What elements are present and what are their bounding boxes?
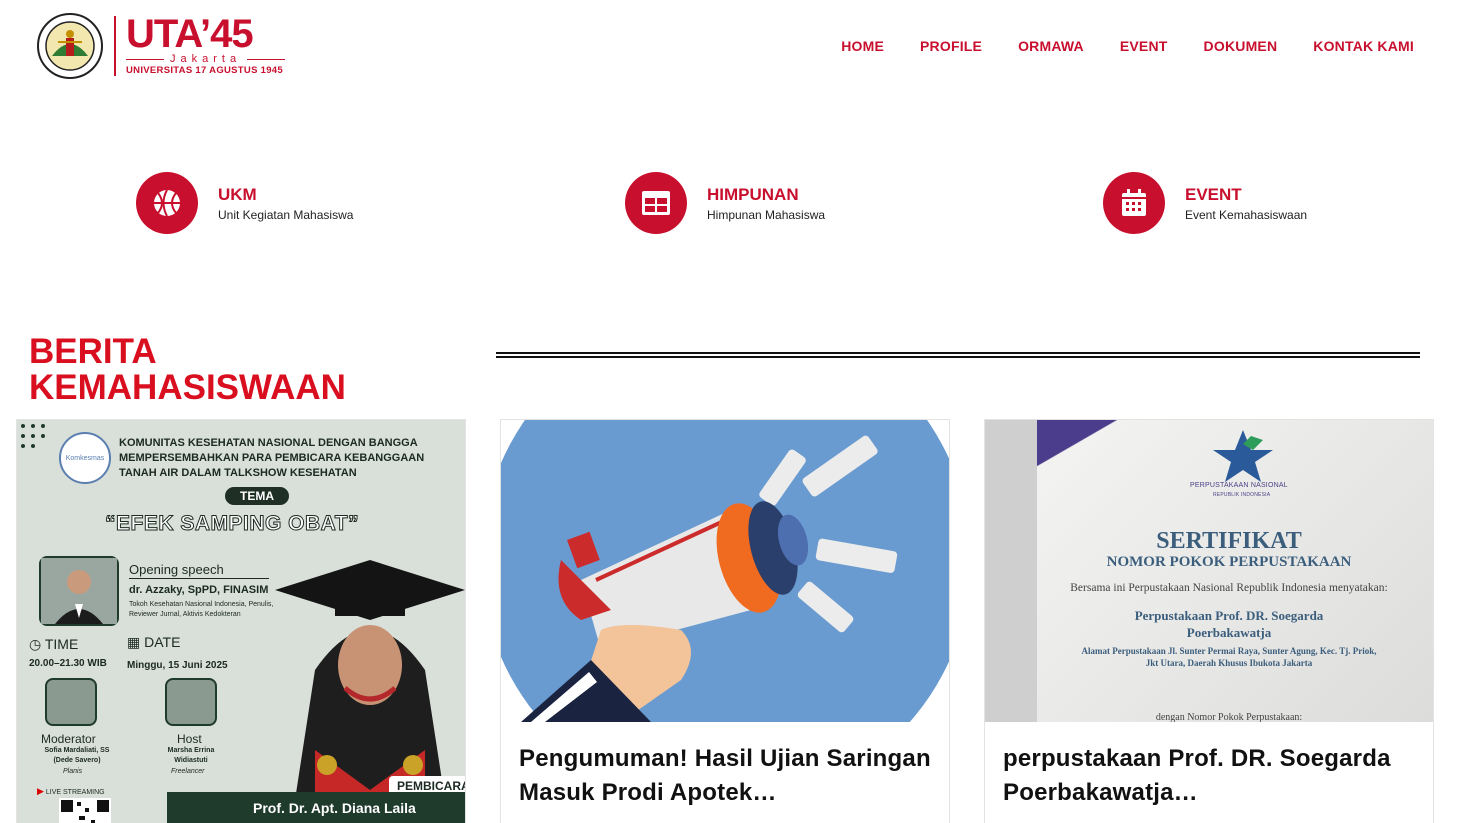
certificate-name-line1: Perpustakaan Prof. DR. Soegarda	[1134, 608, 1324, 623]
nav-event[interactable]: EVENT	[1120, 38, 1168, 54]
brand-wordmark: UTA’45 Jakarta UNIVERSITAS 17 AGUSTUS 19…	[126, 12, 286, 77]
news-card-2-image[interactable]	[501, 420, 949, 722]
news-card-1-image[interactable]: Komkesmas KOMUNITAS KESEHATAN NASIONAL D…	[17, 420, 465, 823]
news-card-2-title[interactable]: Pengumuman! Hasil Ujian Saringan Masuk P…	[501, 722, 949, 810]
clock-icon: ◷	[29, 636, 42, 652]
feature-ukm-title: UKM	[218, 185, 257, 204]
host-role: Freelancer	[171, 768, 205, 775]
certificate-subheading: NOMOR POKOK PERPUSTAKAAN	[1106, 554, 1352, 570]
speaker-name: Prof. Dr. Apt. Diana Laila	[253, 800, 416, 816]
calendar-small-icon: ▦	[127, 634, 141, 650]
site-logo[interactable]: UTA’45 Jakarta UNIVERSITAS 17 AGUSTUS 19…	[36, 12, 286, 80]
news-card-1[interactable]: Komkesmas KOMUNITAS KESEHATAN NASIONAL D…	[16, 419, 466, 823]
megaphone-illustration-icon	[501, 420, 949, 722]
moderator-name: Sofia Mardaliati, SS (Dede Savero)	[44, 747, 110, 764]
table-grid-icon	[642, 191, 670, 215]
youtube-icon: ▶	[37, 786, 44, 796]
feature-event[interactable]: EVENT Event Kemahasiswaan	[1103, 172, 1307, 234]
certificate-name-line2: Poerbakawatja	[1186, 625, 1272, 640]
host-label: Host	[177, 732, 202, 746]
time-label: TIME	[44, 636, 79, 652]
brand-university: UNIVERSITAS 17 AGUSTUS 1945	[126, 65, 283, 76]
moderator-role: Planis	[63, 768, 83, 775]
feature-himpunan[interactable]: HIMPUNAN Himpunan Mahasiswa	[625, 172, 825, 234]
nav-profile[interactable]: PROFILE	[920, 38, 982, 54]
certificate-image: PERPUSTAKAAN NASIONAL REPUBLIK INDONESIA…	[985, 420, 1433, 722]
time-value: 20.00–21.30 WIB	[29, 658, 107, 669]
opening-speaker-name: dr. Azzaky, SpPD, FINASIM	[129, 584, 269, 596]
feature-event-circle	[1103, 172, 1165, 234]
certificate-address2: Jkt Utara, Daerah Khusus Ibukota Jakarta	[1145, 658, 1313, 668]
logo-divider	[114, 16, 116, 76]
feature-event-title: EVENT	[1185, 185, 1242, 204]
live-streaming-label: LIVE STREAMING	[45, 789, 105, 796]
brand-city-row: Jakarta	[126, 53, 286, 65]
host-photo	[165, 678, 217, 726]
opening-speaker-photo	[39, 556, 119, 626]
site-header: UTA’45 Jakarta UNIVERSITAS 17 AGUSTUS 19…	[0, 0, 1458, 95]
main-nav: HOME PROFILE ORMAWA EVENT DOKUMEN KONTAK…	[805, 38, 1414, 54]
section-title: BERITA KEMAHASISWAAN	[29, 334, 346, 406]
basketball-icon	[154, 189, 180, 217]
news-card-3[interactable]: PERPUSTAKAAN NASIONAL REPUBLIK INDONESIA…	[984, 419, 1434, 823]
komkesmas-logo: Komkesmas	[59, 432, 111, 484]
moderator-photo	[45, 678, 97, 726]
section-divider	[496, 352, 1420, 358]
date-value: Minggu, 15 Juni 2025	[127, 660, 228, 671]
brand-city: Jakarta	[170, 53, 242, 65]
feature-ukm-circle	[136, 172, 198, 234]
certificate-band	[1037, 420, 1127, 482]
poster-date-row: ▦ DATE	[127, 634, 180, 651]
nav-ormawa[interactable]: ORMAWA	[1018, 38, 1084, 54]
feature-ukm-subtitle: Unit Kegiatan Mahasiswa	[218, 208, 354, 222]
feature-himpunan-title: HIMPUNAN	[707, 185, 799, 204]
feature-ukm[interactable]: UKM Unit Kegiatan Mahasiswa	[136, 172, 353, 234]
certificate-footer: dengan Nomor Pokok Perpustakaan:	[1155, 712, 1303, 722]
live-streaming-row: ▶ LIVE STREAMING	[37, 786, 105, 797]
host-name: Marsha Errina Widiastuti	[167, 747, 215, 764]
brand-rule-left	[126, 58, 164, 60]
certificate-line1: Bersama ini Perpustakaan Nasional Republ…	[1070, 582, 1388, 594]
news-card-3-image[interactable]: PERPUSTAKAAN NASIONAL REPUBLIK INDONESIA…	[985, 420, 1433, 722]
section-title-line1: BERITA	[29, 332, 157, 371]
poster-theme: “EFEK SAMPING OBAT”	[104, 512, 360, 536]
certificate-address1: Alamat Perpustakaan Jl. Sunter Permai Ra…	[1081, 646, 1377, 656]
calendar-icon	[1122, 189, 1146, 216]
feature-ukm-text: UKM Unit Kegiatan Mahasiswa	[218, 184, 353, 222]
section-title-line2: KEMAHASISWAAN	[29, 368, 346, 407]
brand-rule-right	[247, 58, 286, 60]
nav-dokumen[interactable]: DOKUMEN	[1204, 38, 1278, 54]
perpusnas-logo-icon	[1213, 430, 1273, 482]
certificate-heading: SERTIFIKAT	[1156, 528, 1302, 554]
brand-name: UTA’45	[126, 12, 254, 56]
feature-event-subtitle: Event Kemahasiswaan	[1185, 208, 1308, 222]
feature-event-text: EVENT Event Kemahasiswaan	[1185, 184, 1307, 222]
moderator-label: Moderator	[41, 732, 96, 746]
nav-kontak-kami[interactable]: KONTAK KAMI	[1313, 38, 1414, 54]
date-label: DATE	[144, 634, 181, 650]
poster-tema-label: TEMA	[225, 487, 289, 505]
certificate-library: PERPUSTAKAAN NASIONAL	[1190, 482, 1288, 489]
opening-speech-label: Opening speech	[129, 562, 224, 577]
poster-headline: KOMUNITAS KESEHATAN NASIONAL DENGAN BANG…	[119, 437, 425, 479]
poster-time-row: ◷ TIME	[29, 636, 78, 653]
opening-divider	[129, 578, 269, 579]
qr-code-icon	[59, 798, 111, 823]
university-seal-icon	[37, 13, 103, 79]
graduate-speaker-photo	[275, 560, 465, 800]
feature-himpunan-subtitle: Himpunan Mahasiswa	[707, 208, 826, 222]
person-silhouette-icon	[41, 558, 117, 624]
opening-speaker-desc: Tokoh Kesehatan Nasional Indonesia, Penu…	[129, 601, 274, 618]
feature-himpunan-text: HIMPUNAN Himpunan Mahasiswa	[707, 184, 825, 222]
news-card-3-title[interactable]: perpustakaan Prof. DR. Soegarda Poerbaka…	[985, 722, 1433, 810]
news-card-2[interactable]: Pengumuman! Hasil Ujian Saringan Masuk P…	[500, 419, 950, 823]
certificate-library-sub: REPUBLIK INDONESIA	[1213, 492, 1271, 498]
talkshow-poster: Komkesmas KOMUNITAS KESEHATAN NASIONAL D…	[17, 420, 465, 823]
feature-himpunan-circle	[625, 172, 687, 234]
nav-home[interactable]: HOME	[841, 38, 884, 54]
